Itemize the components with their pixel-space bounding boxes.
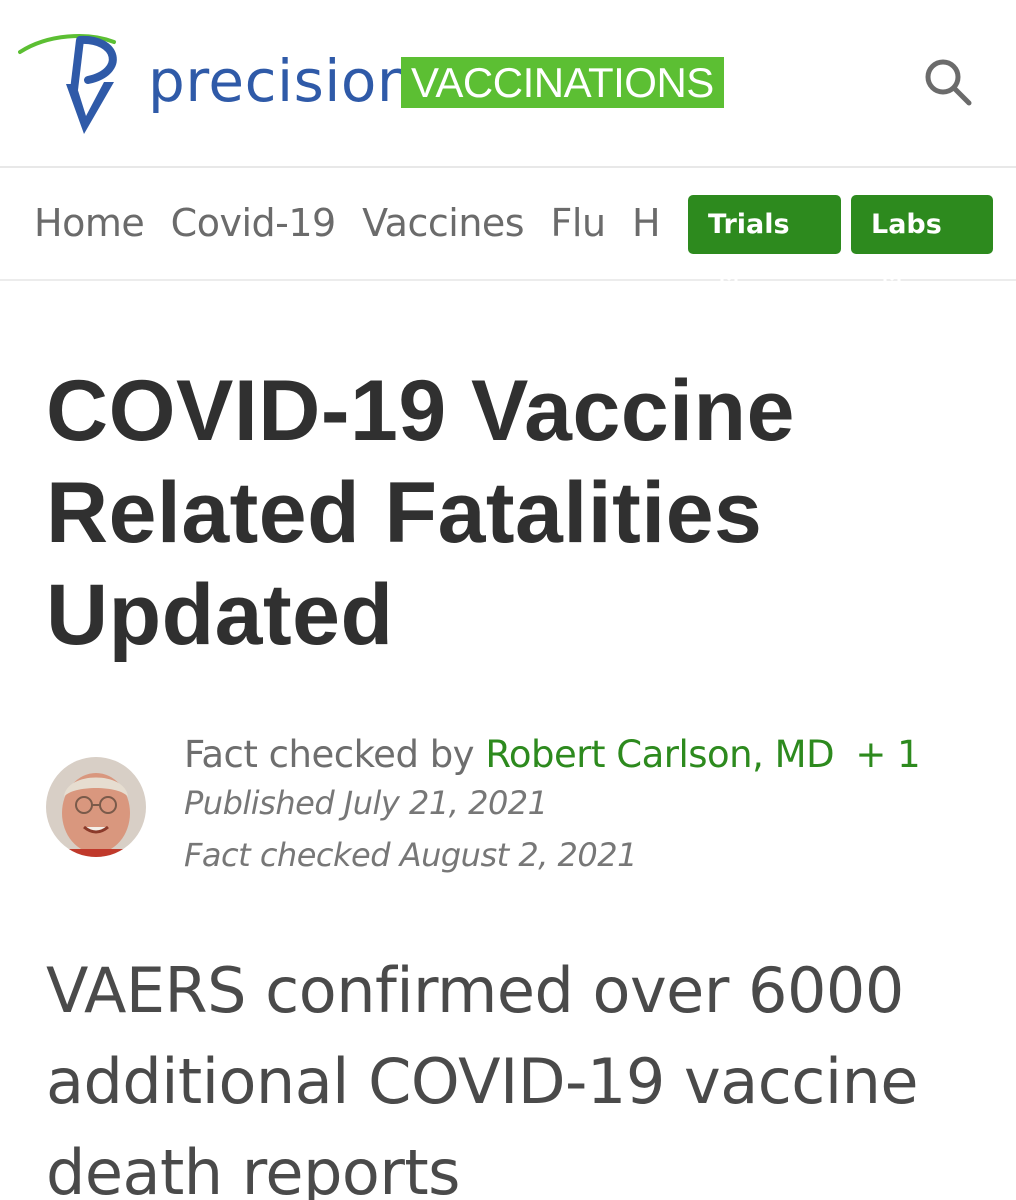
brand-badge[interactable]: VACCINATIONS [401, 57, 724, 108]
main-nav: Home Covid-19 Vaccines Flu Hep Trials La… [0, 168, 1016, 288]
nav-link-vaccines[interactable]: Vaccines [362, 198, 524, 248]
published-date: Published July 21, 2021 [184, 784, 548, 822]
trials-button-label: Trials [708, 209, 790, 240]
article-title: COVID-19 Vaccine Related Fatalities Upda… [46, 363, 795, 663]
nav-link-flu[interactable]: Flu [551, 198, 607, 248]
logo-icon[interactable] [18, 30, 130, 142]
labs-button[interactable]: Labs [851, 195, 993, 288]
labs-button-label: Labs [871, 209, 942, 240]
nav-links: Home Covid-19 Vaccines Flu Hep [34, 198, 658, 248]
article-subtitle: VAERS confirmed over 6000 additional COV… [46, 954, 919, 1200]
nav-link-hep[interactable]: Hep [632, 198, 658, 248]
article-meta: Fact checked by Robert Carlson, MD + 1 P… [184, 733, 984, 881]
nav-link-covid-19[interactable]: Covid-19 [171, 198, 337, 248]
fact-checked-date: Fact checked August 2, 2021 [184, 836, 637, 874]
extra-authors-link[interactable]: + 1 [855, 733, 920, 776]
fact-check-prefix: Fact checked by [184, 733, 475, 776]
search-icon[interactable] [922, 56, 974, 108]
external-link-icon [718, 252, 740, 311]
nav-link-home[interactable]: Home [34, 198, 145, 248]
external-link-icon [881, 252, 903, 311]
author-link[interactable]: Robert Carlson, MD [485, 733, 834, 776]
trials-button[interactable]: Trials [688, 195, 841, 288]
author-avatar[interactable] [46, 757, 146, 857]
fact-check-line: Fact checked by Robert Carlson, MD + 1 [184, 733, 984, 777]
site-header: precision VACCINATIONS [0, 0, 1016, 168]
brand-wordmark[interactable]: precision [148, 48, 414, 114]
